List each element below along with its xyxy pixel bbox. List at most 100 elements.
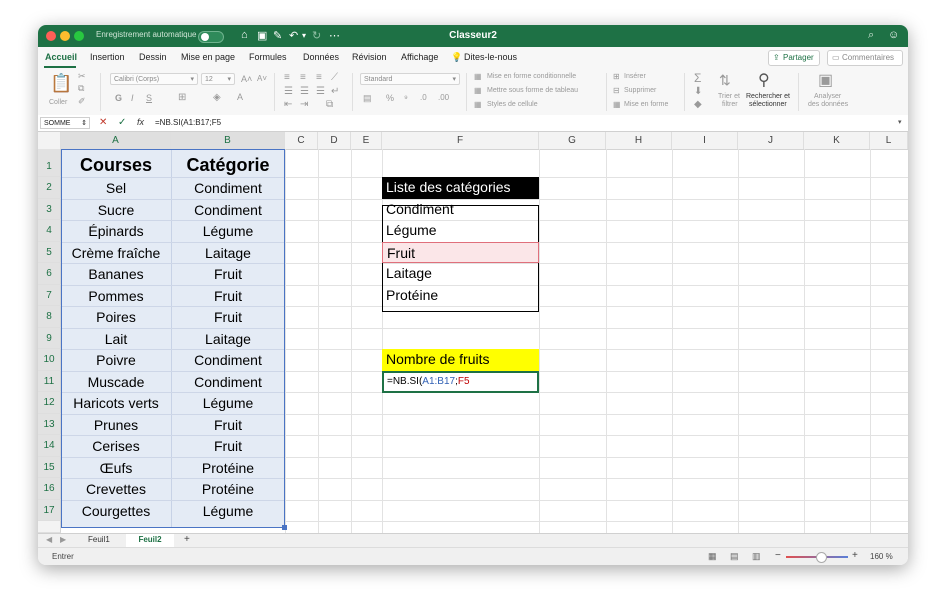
zoom-in-button[interactable]: + — [852, 550, 858, 561]
row-header-18[interactable] — [38, 521, 61, 533]
clear-icon[interactable]: ◆ — [694, 99, 702, 110]
insert-button[interactable]: Insérer — [624, 73, 646, 80]
row-header-13[interactable]: 13 — [38, 413, 61, 435]
cancel-icon[interactable]: ✕ — [99, 117, 107, 128]
tab-donnees[interactable]: Données — [303, 52, 339, 62]
tab-dessin[interactable]: Dessin — [139, 52, 167, 62]
fill-handle[interactable] — [282, 525, 287, 530]
row-header-7[interactable]: 7 — [38, 284, 61, 306]
fill-icon[interactable]: ⬇ — [694, 86, 702, 97]
font-size-select[interactable]: 12 ▾ — [201, 73, 235, 85]
column-header-f[interactable]: F — [382, 132, 539, 149]
table-cell-course[interactable]: Lait — [61, 331, 171, 347]
table-cell-category[interactable]: Fruit — [171, 309, 285, 325]
table-cell-category[interactable]: Protéine — [171, 460, 285, 476]
zoom-slider-thumb[interactable] — [816, 552, 827, 563]
font-name-select[interactable]: Calibri (Corps) ▾ — [110, 73, 198, 85]
category-item[interactable]: Protéine — [382, 285, 539, 307]
fruit-count-formula-cell[interactable]: =NB.SI(A1:B17;F5 — [382, 370, 539, 393]
row-header-6[interactable]: 6 — [38, 263, 61, 285]
conditional-format-button[interactable]: Mise en forme conditionnelle — [487, 73, 576, 80]
table-cell-category[interactable]: Condiment — [171, 352, 285, 368]
table-cell-category[interactable]: Protéine — [171, 481, 285, 497]
table-cell-course[interactable]: Œufs — [61, 460, 171, 476]
row-header-1[interactable]: 1 — [38, 149, 61, 177]
zoom-out-button[interactable]: − — [775, 550, 781, 561]
percent-icon[interactable]: % — [386, 93, 394, 103]
zoom-level[interactable]: 160 % — [870, 552, 893, 561]
cut-icon[interactable]: ✂ — [78, 71, 86, 82]
table-cell-category[interactable]: Légume — [171, 223, 285, 239]
category-item[interactable]: Laitage — [382, 263, 539, 285]
row-header-12[interactable]: 12 — [38, 392, 61, 414]
column-header-k[interactable]: K — [804, 132, 870, 149]
confirm-icon[interactable]: ✓ — [118, 117, 126, 128]
tab-insertion[interactable]: Insertion — [90, 52, 125, 62]
share-button[interactable]: ⇪ Partager — [768, 50, 820, 66]
table-cell-course[interactable]: Crevettes — [61, 481, 171, 497]
table-cell-category[interactable]: Fruit — [171, 266, 285, 282]
table-cell-course[interactable]: Prunes — [61, 417, 171, 433]
align-right-icon[interactable]: ☰ — [316, 86, 325, 97]
category-item[interactable]: Légume — [382, 220, 539, 242]
page-break-icon[interactable]: ▥ — [752, 551, 761, 562]
page-layout-icon[interactable]: ▤ — [730, 551, 739, 562]
add-sheet-button[interactable]: + — [184, 534, 190, 545]
underline-icon[interactable]: S — [146, 93, 152, 103]
tab-affichage[interactable]: Affichage — [401, 52, 438, 62]
table-cell-course[interactable]: Poires — [61, 309, 171, 325]
align-center-icon[interactable]: ☰ — [300, 86, 309, 97]
borders-icon[interactable]: ⊞ — [178, 92, 186, 103]
table-cell-course[interactable]: Muscade — [61, 374, 171, 390]
formula-input[interactable]: =NB.SI(A1:B17;F5 — [155, 118, 221, 127]
column-header-e[interactable]: E — [351, 132, 382, 149]
find-icon[interactable]: ⚲ — [758, 70, 770, 90]
increase-decimal-icon[interactable]: .0 — [420, 93, 427, 102]
analyze-data-icon[interactable]: ▣ — [818, 70, 833, 90]
align-top-icon[interactable]: ≡ — [284, 72, 290, 83]
orientation-icon[interactable]: ⟋ — [331, 72, 338, 83]
row-header-2[interactable]: 2 — [38, 177, 61, 199]
table-cell-category[interactable]: Condiment — [171, 180, 285, 196]
bold-icon[interactable]: G — [115, 93, 122, 103]
table-cell-course[interactable]: Pommes — [61, 288, 171, 304]
table-cell-course[interactable]: Haricots verts — [61, 395, 171, 411]
fruit-count-label[interactable]: Nombre de fruits — [382, 349, 539, 371]
table-cell-course[interactable]: Épinards — [61, 223, 171, 239]
name-box[interactable]: SOMME ⇕ — [40, 117, 90, 129]
tab-accueil[interactable]: Accueil — [45, 52, 77, 62]
align-left-icon[interactable]: ☰ — [284, 86, 293, 97]
tab-revision[interactable]: Révision — [352, 52, 387, 62]
paste-icon[interactable]: 📋 — [50, 73, 72, 94]
autosum-icon[interactable]: Σ — [694, 71, 701, 85]
category-list-header[interactable]: Liste des catégories — [382, 177, 539, 199]
table-cell-course[interactable]: Courgettes — [61, 503, 171, 519]
table-cell-course[interactable]: Sel — [61, 180, 171, 196]
category-item[interactable]: Condiment — [382, 199, 539, 221]
column-header-l[interactable]: L — [870, 132, 908, 149]
prev-sheet-icon[interactable]: ◀ — [46, 535, 52, 544]
row-header-8[interactable]: 8 — [38, 306, 61, 328]
next-sheet-icon[interactable]: ▶ — [60, 535, 66, 544]
table-cell-course[interactable]: Sucre — [61, 202, 171, 218]
column-header-j[interactable]: J — [738, 132, 804, 149]
insert-function-button[interactable]: fx — [137, 117, 144, 127]
table-cell-category[interactable]: Condiment — [171, 202, 285, 218]
indent-increase-icon[interactable]: ⇥ — [300, 99, 308, 110]
copy-icon[interactable]: ⧉ — [78, 83, 84, 94]
normal-view-icon[interactable]: ▦ — [708, 551, 717, 562]
accounting-icon[interactable]: ▤ — [363, 93, 372, 104]
column-header-a[interactable]: A — [61, 132, 171, 149]
row-header-11[interactable]: 11 — [38, 370, 61, 392]
decrease-font-icon[interactable]: A˅ — [257, 74, 267, 83]
comma-icon[interactable]: ⁹ — [404, 93, 408, 103]
font-color-icon[interactable]: A — [237, 92, 243, 102]
number-format-select[interactable]: Standard ▾ — [360, 73, 460, 85]
row-header-9[interactable]: 9 — [38, 327, 61, 349]
table-cell-category[interactable]: Fruit — [171, 417, 285, 433]
merge-icon[interactable]: ⧉ — [326, 99, 333, 110]
row-header-4[interactable]: 4 — [38, 220, 61, 242]
decrease-decimal-icon[interactable]: .00 — [438, 93, 449, 102]
category-item-referenced[interactable]: Fruit — [382, 241, 539, 263]
format-as-table-button[interactable]: Mettre sous forme de tableau — [487, 87, 578, 94]
